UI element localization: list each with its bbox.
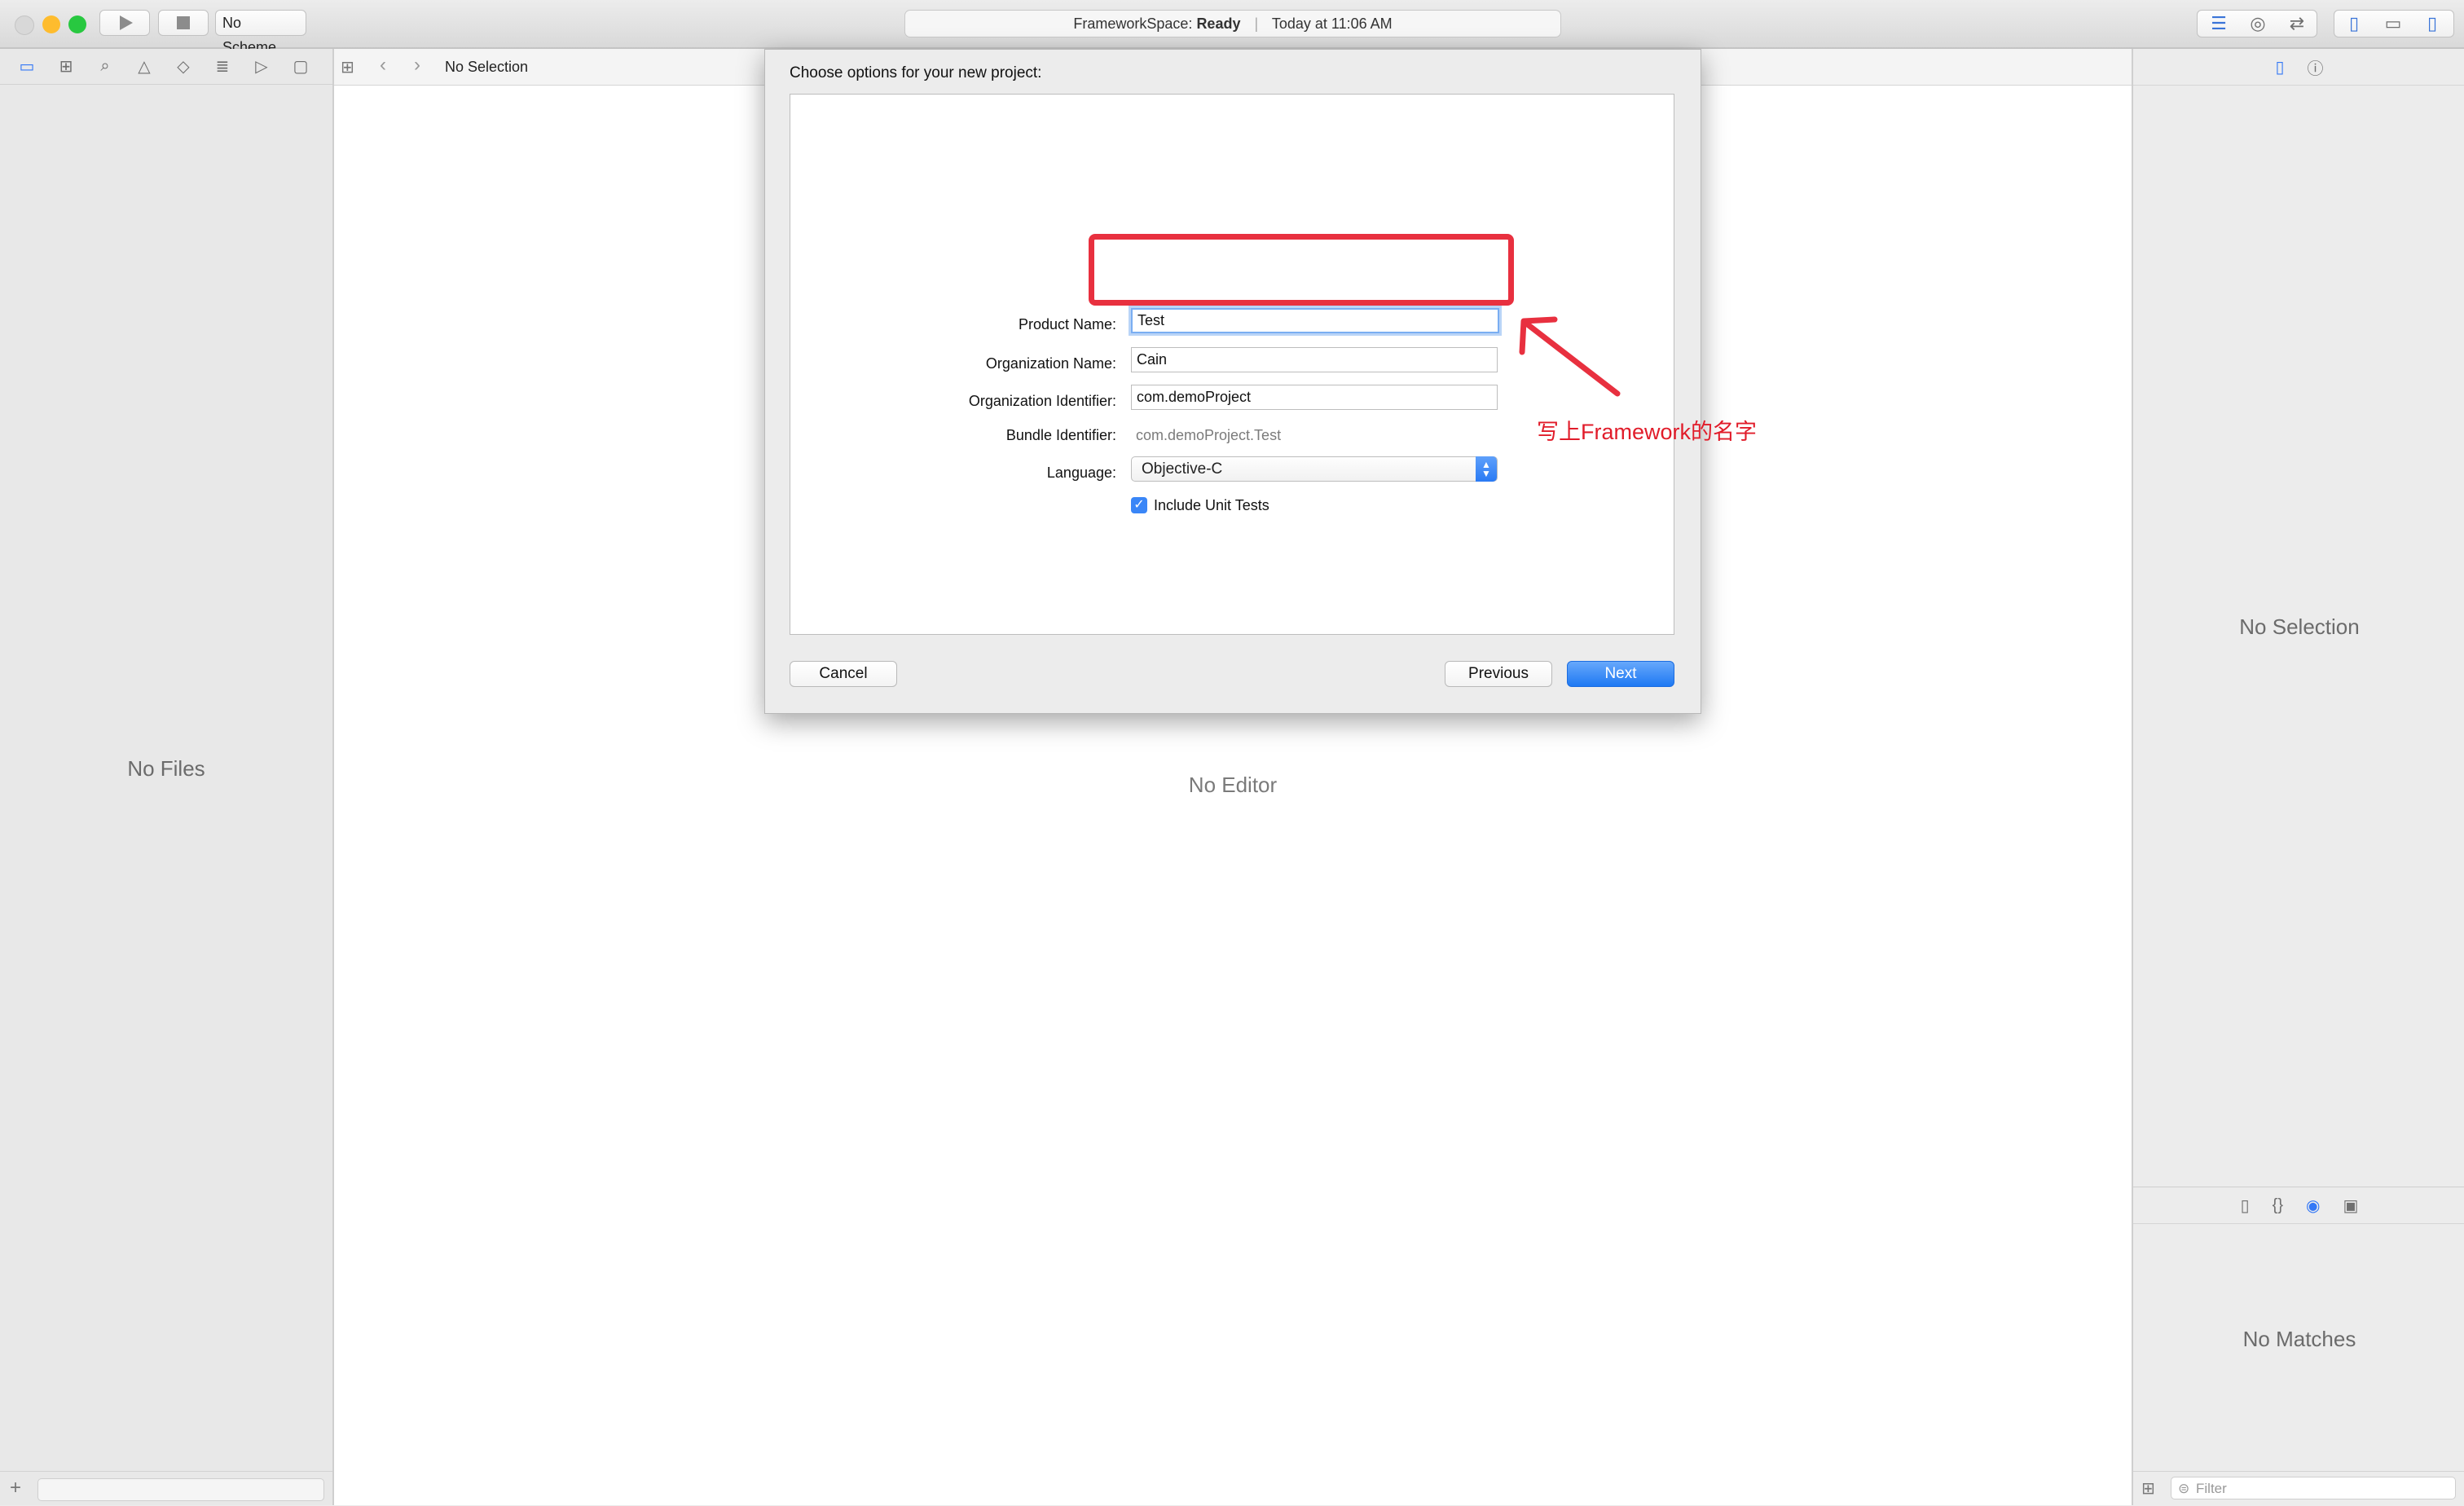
library-filter-input[interactable]: ⊜ Filter: [2171, 1477, 2456, 1499]
annotation-text: 写上Framework的名字: [1537, 420, 1758, 444]
navigator-selector-bar: ▭ ⊞ ⌕ △ ◇ ≣ ▷ ▢: [0, 49, 332, 85]
activity-viewer: FrameworkSpace: Ready | Today at 11:06 A…: [904, 10, 1561, 37]
help-inspector-icon[interactable]: ⓘ: [2308, 55, 2324, 79]
navigator-filter-bar: +: [0, 1471, 332, 1506]
language-select[interactable]: Objective-C ▲ ▼: [1131, 456, 1498, 482]
symbol-icon[interactable]: ⊞: [57, 58, 75, 76]
file-template-icon[interactable]: ▯: [2241, 1196, 2250, 1216]
bundle-identifier-value: com.demoProject.Test: [1136, 427, 1282, 443]
next-button[interactable]: Next: [1567, 661, 1674, 687]
navigator-filter-input[interactable]: [37, 1478, 324, 1501]
grid-view-icon[interactable]: ⊞: [2141, 1478, 2155, 1499]
product-name-field[interactable]: Test: [1131, 308, 1499, 333]
play-icon: [120, 15, 133, 30]
filter-icon: ⊜: [2178, 1481, 2190, 1496]
product-name-label: Product Name:: [1018, 316, 1116, 332]
right-panel-icon: ▯: [2427, 13, 2438, 33]
add-icon[interactable]: +: [10, 1477, 21, 1499]
test-icon[interactable]: ◇: [174, 58, 192, 76]
sheet-title: Choose options for your new project:: [790, 64, 1042, 81]
cancel-button[interactable]: Cancel: [790, 661, 897, 687]
select-arrows-icon: ▲ ▼: [1476, 456, 1497, 482]
stop-icon: [177, 16, 190, 29]
inspector-empty-text: No Selection: [2239, 614, 2360, 639]
breakpoint-icon[interactable]: ▷: [253, 58, 271, 76]
run-button[interactable]: [99, 10, 150, 36]
bottom-panel-icon: ▭: [2384, 13, 2402, 33]
organization-name-label: Organization Name:: [985, 355, 1116, 372]
assistant-editor-icon: ◎: [2250, 13, 2266, 33]
inspector-selector-bar: ▯ ⓘ: [2133, 49, 2464, 86]
inspector-panel: ▯ ⓘ No Selection ▯ {} ◉ ▣ No Matches ⊞ ⊜…: [2132, 49, 2464, 1505]
scheme-selector[interactable]: No Scheme: [215, 10, 306, 55]
toggle-debug-area-button[interactable]: ▭: [2374, 10, 2412, 37]
debug-icon[interactable]: ≣: [213, 58, 231, 76]
activity-project: FrameworkSpace:: [1073, 15, 1193, 32]
activity-separator: |: [1254, 15, 1259, 32]
issue-icon[interactable]: △: [135, 58, 153, 76]
version-editor-icon: ⇄: [2289, 13, 2305, 33]
organization-identifier-label: Organization Identifier:: [968, 393, 1116, 409]
code-snippet-icon[interactable]: {}: [2273, 1196, 2283, 1215]
folder-icon[interactable]: ▭: [18, 58, 36, 76]
language-label: Language:: [1046, 465, 1116, 481]
find-icon[interactable]: ⌕: [96, 57, 114, 76]
annotation-highlight-box: [1089, 234, 1514, 306]
annotation-arrow-icon: [1519, 316, 1621, 397]
library-empty-text: No Matches: [2242, 1327, 2356, 1351]
editor-empty-text: No Editor: [1188, 773, 1278, 797]
media-library-icon[interactable]: ▣: [2343, 1196, 2358, 1216]
navigator-panel: ▭ ⊞ ⌕ △ ◇ ≣ ▷ ▢ No Files +: [0, 49, 334, 1505]
file-inspector-icon[interactable]: ▯: [2275, 57, 2284, 77]
report-icon[interactable]: ▢: [292, 58, 310, 76]
navigator-empty-text: No Files: [127, 756, 205, 781]
back-chevron-icon[interactable]: ‹: [380, 54, 386, 77]
standard-editor-icon: ☰: [2211, 13, 2227, 33]
library-filter-bar: ⊞ ⊜ Filter: [2133, 1471, 2464, 1506]
stop-button[interactable]: [158, 10, 209, 36]
version-editor-button[interactable]: ⇄: [2278, 10, 2316, 37]
window-toolbar: No Scheme FrameworkSpace: Ready | Today …: [0, 0, 2464, 55]
close-window-button[interactable]: [15, 15, 34, 35]
left-panel-icon: ▯: [2348, 13, 2360, 33]
zoom-window-button[interactable]: [68, 15, 86, 33]
assistant-editor-button[interactable]: ◎: [2239, 10, 2277, 37]
toggle-navigator-button[interactable]: ▯: [2335, 10, 2373, 37]
forward-chevron-icon[interactable]: ›: [414, 54, 420, 77]
unit-tests-label: Include Unit Tests: [1154, 497, 1269, 513]
library-filter-placeholder: Filter: [2196, 1481, 2227, 1496]
object-library-icon[interactable]: ◉: [2306, 1196, 2320, 1216]
jump-bar-path[interactable]: No Selection: [445, 59, 528, 76]
minimize-window-button[interactable]: [42, 15, 60, 33]
previous-button[interactable]: Previous: [1445, 661, 1552, 687]
checkmark-icon: ✓: [1133, 498, 1145, 512]
library-selector-bar: ▯ {} ◉ ▣: [2133, 1187, 2464, 1224]
bundle-identifier-label: Bundle Identifier:: [1005, 427, 1116, 443]
language-value: Objective-C: [1142, 460, 1223, 478]
activity-time: Today at 11:06 AM: [1271, 15, 1393, 32]
unit-tests-checkbox[interactable]: ✓: [1131, 497, 1147, 513]
organization-identifier-field[interactable]: com.demoProject: [1131, 385, 1498, 410]
related-items-icon[interactable]: ⊞: [341, 57, 354, 77]
toggle-inspector-button[interactable]: ▯: [2413, 10, 2451, 37]
organization-name-field[interactable]: Cain: [1131, 347, 1498, 372]
activity-status: Ready: [1196, 15, 1241, 32]
standard-editor-button[interactable]: ☰: [2200, 10, 2237, 37]
